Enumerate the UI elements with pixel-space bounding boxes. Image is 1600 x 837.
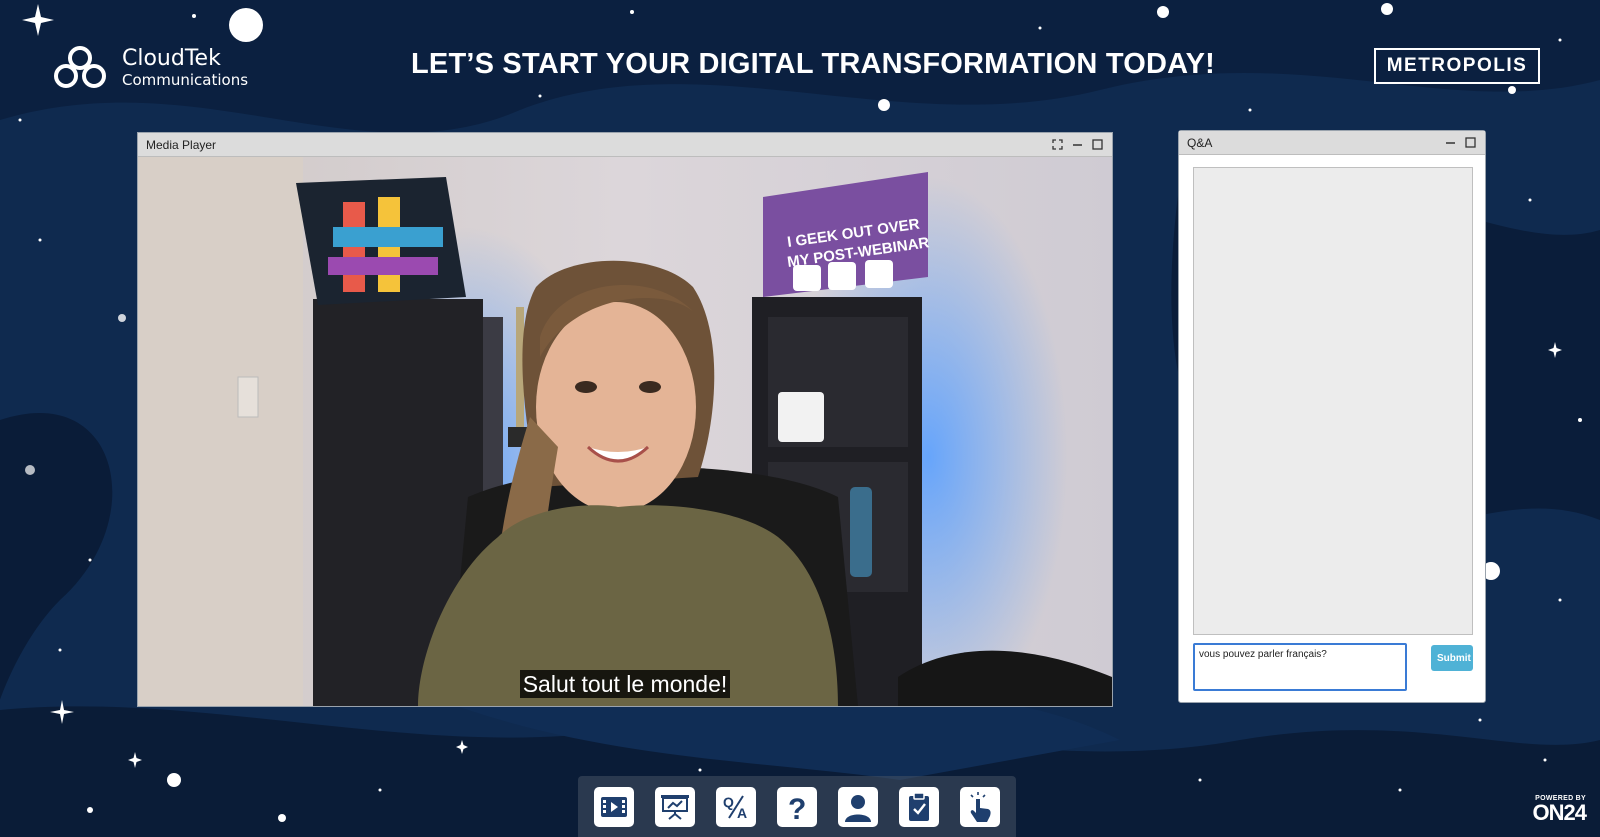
media-player-title: Media Player xyxy=(146,137,217,152)
qa-message-list[interactable] xyxy=(1193,167,1473,635)
media-player-icon[interactable] xyxy=(594,786,634,827)
svg-text:A: A xyxy=(737,805,747,820)
on24-logo: ON24 xyxy=(1532,800,1587,825)
video-frame[interactable]: I GEEK OUT OVER MY POST-WEBINAR Salut to… xyxy=(138,157,1112,706)
caption-text: Salut tout le monde! xyxy=(519,670,731,698)
logo-line-2: Communications xyxy=(122,71,249,89)
qa-window: Q&A Submit xyxy=(1178,130,1486,703)
engagement-icon[interactable] xyxy=(960,786,1000,827)
media-player-window: Media Player I GEEK OUT OVER MY POST-WEB… xyxy=(137,132,1113,707)
media-player-titlebar[interactable]: Media Player xyxy=(138,133,1112,157)
page-headline: LET’S START YOUR DIGITAL TRANSFORMATION … xyxy=(410,48,1216,80)
qa-titlebar[interactable]: Q&A xyxy=(1179,131,1485,155)
cloudtek-logo-icon xyxy=(54,46,106,88)
help-icon[interactable]: ? xyxy=(777,786,817,827)
video-caption: Salut tout le monde! xyxy=(138,670,1112,698)
powered-by-on24: POWERED BY ON24 xyxy=(1522,795,1587,825)
qa-icon[interactable]: QA xyxy=(716,786,756,827)
speaker-bio-icon[interactable] xyxy=(838,786,878,827)
svg-text:Q: Q xyxy=(723,794,734,810)
metropolis-badge: METROPOLIS xyxy=(1374,48,1540,84)
tool-dock: QA ? xyxy=(578,776,1016,837)
maximize-icon[interactable] xyxy=(1463,136,1477,150)
question-input[interactable] xyxy=(1193,643,1407,691)
minimize-icon[interactable] xyxy=(1443,136,1457,150)
maximize-icon[interactable] xyxy=(1090,138,1104,152)
slides-icon[interactable] xyxy=(655,786,695,827)
minimize-icon[interactable] xyxy=(1070,138,1084,152)
presenter-video: I GEEK OUT OVER MY POST-WEBINAR xyxy=(138,157,1112,706)
submit-button[interactable]: Submit xyxy=(1431,645,1473,671)
survey-icon[interactable] xyxy=(899,786,939,827)
qa-title: Q&A xyxy=(1187,135,1213,150)
fullscreen-icon[interactable] xyxy=(1050,138,1064,152)
cloudtek-logo: CloudTek Communications xyxy=(52,44,248,92)
svg-text:?: ? xyxy=(788,793,806,822)
logo-line-1: CloudTek xyxy=(122,46,221,71)
